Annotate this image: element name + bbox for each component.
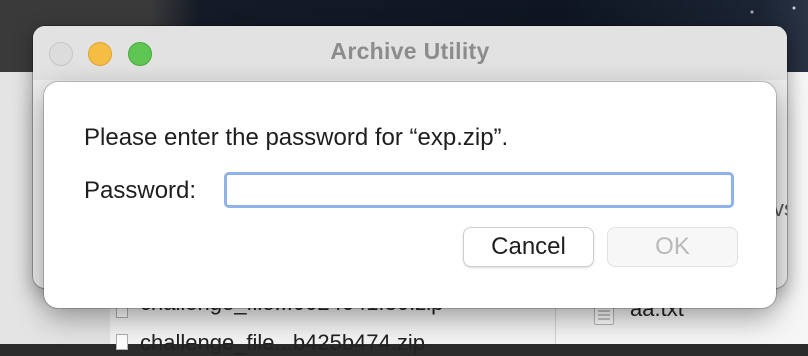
window-title: Archive Utility — [330, 38, 490, 64]
password-label: Password: — [84, 177, 197, 204]
password-field[interactable] — [224, 172, 734, 208]
file-icon — [116, 334, 128, 350]
ok-button[interactable]: OK — [607, 227, 738, 267]
password-dialog: Please enter the password for “exp.zip”.… — [44, 82, 776, 308]
file-item-2[interactable]: challenge_file...b425b474.zip — [140, 330, 425, 356]
window-titlebar: Archive Utility — [33, 26, 787, 80]
cancel-button[interactable]: Cancel — [463, 227, 594, 267]
password-prompt-text: Please enter the password for “exp.zip”. — [84, 124, 509, 151]
